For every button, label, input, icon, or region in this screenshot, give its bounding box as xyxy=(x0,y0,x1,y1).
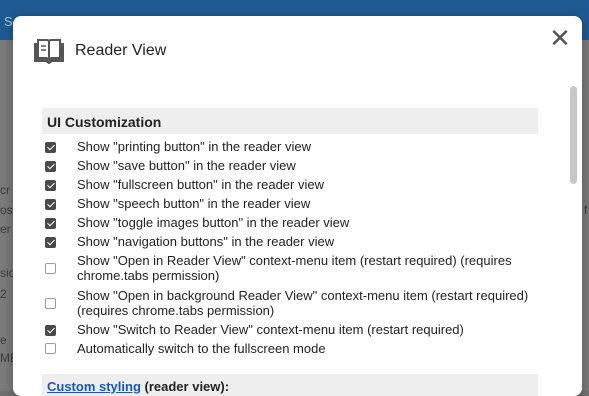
background-fragment: 2 xyxy=(0,287,7,301)
book-icon xyxy=(34,39,64,64)
dialog-title: Reader View xyxy=(75,42,167,59)
option-label: Show "Open in Reader View" context-menu … xyxy=(77,253,512,283)
checkbox[interactable] xyxy=(45,218,56,229)
background-fragment: er xyxy=(0,222,11,236)
checkbox[interactable] xyxy=(45,180,56,191)
background-fragment: f xyxy=(584,203,588,217)
option-label: Show "Open in background Reader View" co… xyxy=(77,288,529,318)
option-label: Show "fullscreen button" in the reader v… xyxy=(77,177,324,192)
options-panel: UI Customization Show "printing button" … xyxy=(42,108,538,396)
background-fragment: cr xyxy=(0,183,10,197)
option-label: Show "Switch to Reader View" context-men… xyxy=(77,322,464,337)
background-top-bar-text: S xyxy=(4,14,13,29)
checkbox[interactable] xyxy=(45,199,56,210)
custom-styling-row: Custom styling (reader view): xyxy=(42,374,538,396)
checkbox[interactable] xyxy=(45,237,56,248)
reader-view-dialog: Reader View ✕ UI Customization Show "pri… xyxy=(13,16,582,396)
checkbox[interactable] xyxy=(45,343,56,354)
checkbox[interactable] xyxy=(45,142,56,153)
option-label: Show "save button" in the reader view xyxy=(77,158,296,173)
checkbox[interactable] xyxy=(45,298,56,309)
section-header: UI Customization xyxy=(42,108,538,134)
option-label: Show "navigation buttons" in the reader … xyxy=(77,234,335,249)
custom-styling-link[interactable]: Custom styling xyxy=(47,379,141,394)
checkbox[interactable] xyxy=(45,325,56,336)
close-button[interactable]: ✕ xyxy=(549,25,571,51)
background-fragment: os xyxy=(0,203,13,217)
option-label: Automatically switch to the fullscreen m… xyxy=(77,341,326,356)
option-label: Show "printing button" in the reader vie… xyxy=(77,139,311,154)
custom-styling-suffix: (reader view): xyxy=(140,379,230,394)
option-label: Show "speech button" in the reader view xyxy=(77,196,311,211)
checkbox[interactable] xyxy=(45,161,56,172)
scrollbar-thumb[interactable] xyxy=(570,86,577,184)
option-label: Show "toggle images button" in the reade… xyxy=(77,215,350,230)
background-fragment: e xyxy=(0,333,7,347)
checkbox[interactable] xyxy=(45,263,56,274)
